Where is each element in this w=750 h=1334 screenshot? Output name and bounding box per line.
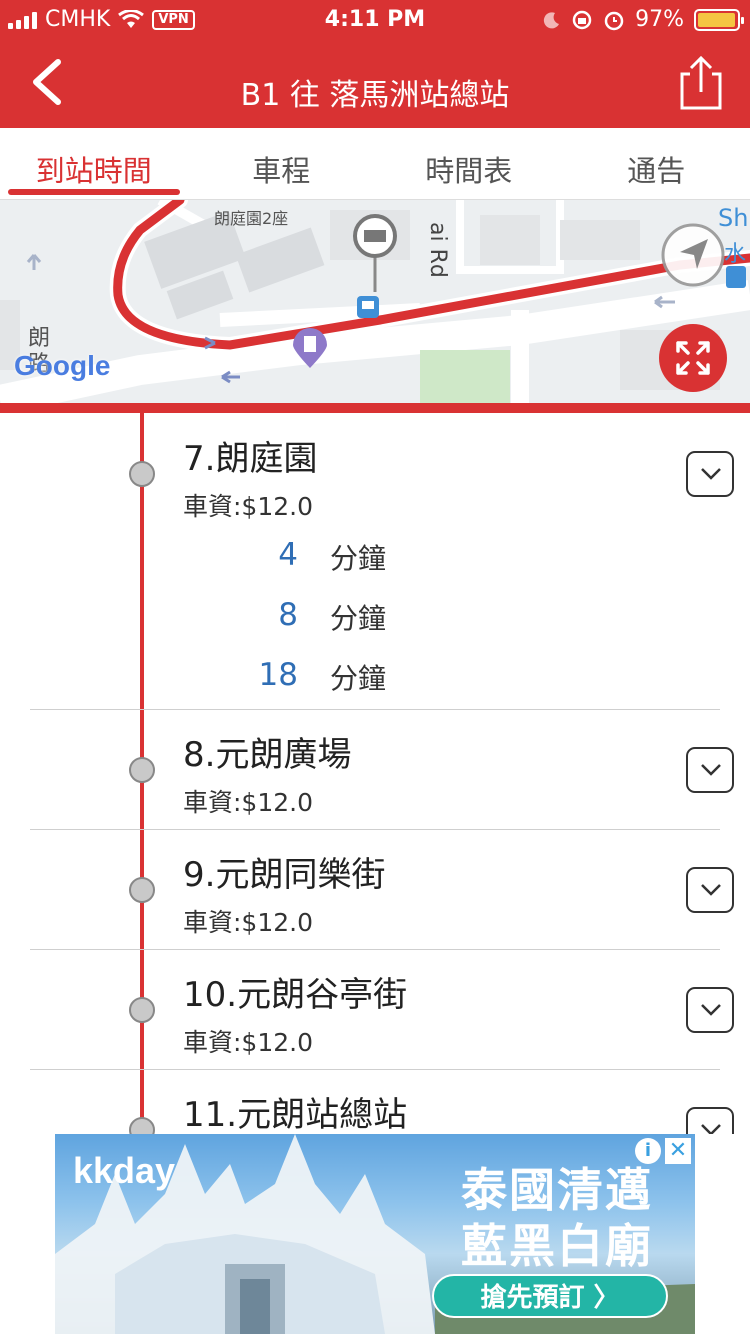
stop-dot bbox=[129, 461, 155, 487]
tab-journey[interactable]: 車程 bbox=[188, 128, 376, 199]
stop-item[interactable]: 9.元朗同樂街 車資:$12.0 bbox=[0, 829, 750, 949]
stop-name: 7.朗庭園 bbox=[183, 439, 318, 479]
eta-minutes: 18 bbox=[258, 657, 298, 693]
map-separator bbox=[0, 403, 750, 413]
eta-row: 4 分鐘 bbox=[0, 537, 750, 577]
battery-fill bbox=[698, 12, 735, 27]
eta-unit: 分鐘 bbox=[330, 542, 387, 575]
nav-bar: B1 往 落馬洲站總站 bbox=[0, 40, 750, 128]
stop-item[interactable]: 11.元朗站總站 bbox=[0, 1069, 750, 1134]
expand-toggle-button[interactable] bbox=[686, 867, 734, 913]
tab-notices[interactable]: 通告 bbox=[563, 128, 750, 199]
share-icon[interactable] bbox=[676, 54, 726, 112]
stop-item[interactable]: 10.元朗谷亭街 車資:$12.0 bbox=[0, 949, 750, 1069]
stop-list: 7.朗庭園 車資:$12.0 4 分鐘 8 分鐘 18 分鐘 8.元朗廣場 車資… bbox=[0, 413, 750, 1134]
expand-map-icon[interactable] bbox=[658, 323, 728, 393]
stop-name: 9.元朗同樂街 bbox=[183, 855, 386, 895]
map-canvas bbox=[0, 200, 750, 403]
stop-item[interactable]: 8.元朗廣場 車資:$12.0 bbox=[0, 709, 750, 829]
stop-dot bbox=[129, 877, 155, 903]
battery-percent: 97% bbox=[635, 7, 684, 32]
chevron-down-icon bbox=[701, 468, 721, 480]
eta-row: 18 分鐘 bbox=[0, 657, 750, 697]
eta-minutes: 8 bbox=[278, 597, 298, 633]
eta-row: 8 分鐘 bbox=[0, 597, 750, 637]
ad-banner[interactable]: kkday 泰國清邁 藍黑白廟 搶先預訂 〉 i ✕ bbox=[55, 1134, 695, 1334]
compass-icon[interactable] bbox=[660, 222, 726, 288]
ad-brand-logo: kkday bbox=[73, 1150, 176, 1191]
moon-icon bbox=[543, 11, 560, 28]
stop-fare: 車資:$12.0 bbox=[183, 788, 313, 817]
stop-item[interactable]: 7.朗庭園 車資:$12.0 4 分鐘 8 分鐘 18 分鐘 bbox=[0, 413, 750, 709]
stop-name: 11.元朗站總站 bbox=[183, 1095, 408, 1134]
alarm-icon bbox=[604, 11, 624, 30]
ad-cta-button[interactable]: 搶先預訂 〉 bbox=[432, 1274, 668, 1318]
tab-bar: 到站時間 車程 時間表 通告 bbox=[0, 128, 750, 200]
expand-toggle-button[interactable] bbox=[686, 747, 734, 793]
stop-dot bbox=[129, 1117, 155, 1134]
chevron-down-icon bbox=[701, 1004, 721, 1016]
stop-dot bbox=[129, 757, 155, 783]
eta-minutes: 4 bbox=[278, 537, 298, 573]
stop-name: 10.元朗谷亭街 bbox=[183, 975, 408, 1015]
tab-arrival-time[interactable]: 到站時間 bbox=[0, 128, 188, 199]
route-map[interactable]: 朗庭園2座 ai Rd Sh 水 朗路 Google bbox=[0, 200, 750, 403]
map-label-building: 朗庭園2座 bbox=[214, 209, 289, 228]
chevron-down-icon bbox=[701, 1124, 721, 1134]
status-right: 97% bbox=[543, 7, 744, 32]
status-bar: CMHK VPN 4:11 PM 97% bbox=[0, 0, 750, 40]
map-label-water: 水 bbox=[724, 242, 747, 267]
stop-fare: 車資:$12.0 bbox=[183, 908, 313, 937]
tab-timetable[interactable]: 時間表 bbox=[375, 128, 563, 199]
map-label-road: ai Rd bbox=[425, 222, 450, 278]
expand-toggle-button[interactable] bbox=[686, 451, 734, 497]
expand-toggle-button[interactable] bbox=[686, 987, 734, 1033]
app-header: CMHK VPN 4:11 PM 97% B1 往 落馬洲站總站 bbox=[0, 0, 750, 128]
stop-fare: 車資:$12.0 bbox=[183, 492, 313, 521]
stop-fare: 車資:$12.0 bbox=[183, 1028, 313, 1057]
ad-close-icon[interactable]: ✕ bbox=[665, 1138, 691, 1164]
page-title: B1 往 落馬洲站總站 bbox=[240, 78, 510, 113]
eta-unit: 分鐘 bbox=[330, 602, 387, 635]
ad-info-icon[interactable]: i bbox=[635, 1138, 661, 1164]
stop-name: 8.元朗廣場 bbox=[183, 735, 352, 775]
chevron-down-icon bbox=[701, 884, 721, 896]
battery-icon bbox=[694, 8, 744, 31]
stop-dot bbox=[129, 997, 155, 1023]
eta-unit: 分鐘 bbox=[330, 662, 387, 695]
ad-headline-2: 藍黑白廟 bbox=[461, 1219, 653, 1273]
google-logo: Google bbox=[14, 350, 111, 381]
chevron-down-icon bbox=[701, 764, 721, 776]
expand-toggle-button[interactable] bbox=[686, 1107, 734, 1134]
rotation-lock-icon bbox=[572, 10, 592, 29]
